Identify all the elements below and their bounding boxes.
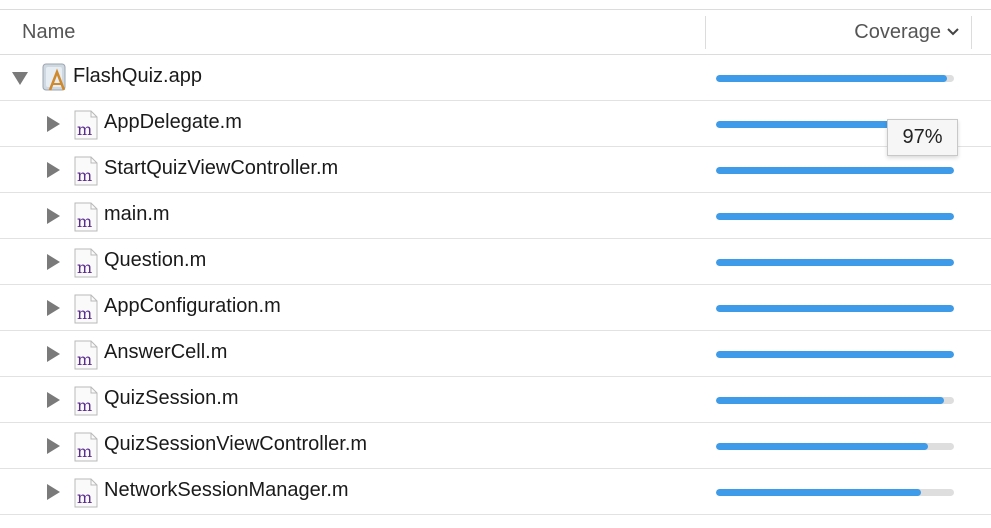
objc-file-icon: m	[74, 340, 98, 370]
coverage-bar-fill	[716, 489, 921, 496]
disclosure-triangle-collapsed-icon[interactable]	[44, 437, 62, 455]
coverage-bar	[716, 397, 954, 404]
disclosure-triangle-collapsed-icon[interactable]	[44, 345, 62, 363]
coverage-bar	[716, 213, 954, 220]
row-label: AppConfiguration.m	[104, 295, 281, 317]
disclosure-triangle-collapsed-icon[interactable]	[44, 483, 62, 501]
coverage-bar	[716, 167, 954, 174]
coverage-bar-fill	[716, 259, 954, 266]
file-glyph: m	[77, 396, 92, 415]
table-row[interactable]: m AnswerCell.m	[0, 331, 991, 377]
table-row[interactable]: m AppDelegate.m	[0, 101, 991, 147]
coverage-bar-fill	[716, 75, 947, 82]
coverage-bar-fill	[716, 305, 954, 312]
table-row[interactable]: FlashQuiz.app	[0, 55, 991, 101]
row-label: QuizSession.m	[104, 387, 239, 409]
row-label: NetworkSessionManager.m	[104, 479, 349, 501]
objc-file-icon: m	[74, 110, 98, 140]
disclosure-triangle-collapsed-icon[interactable]	[44, 299, 62, 317]
app-icon	[42, 63, 66, 91]
coverage-bar-fill	[716, 167, 954, 174]
file-glyph: m	[77, 488, 92, 507]
objc-file-icon: m	[74, 294, 98, 324]
objc-file-icon: m	[74, 248, 98, 278]
objc-file-icon: m	[74, 478, 98, 508]
file-glyph: m	[77, 166, 92, 185]
disclosure-triangle-collapsed-icon[interactable]	[44, 115, 62, 133]
table-header: Name Coverage	[0, 10, 991, 55]
disclosure-triangle-collapsed-icon[interactable]	[44, 207, 62, 225]
file-glyph: m	[77, 350, 92, 369]
table-row[interactable]: m main.m	[0, 193, 991, 239]
table-row[interactable]: m QuizSessionViewController.m	[0, 423, 991, 469]
row-label: Question.m	[104, 249, 207, 271]
file-glyph: m	[77, 258, 92, 277]
objc-file-icon: m	[74, 202, 98, 232]
table-row[interactable]: m QuizSession.m	[0, 377, 991, 423]
coverage-bar-fill	[716, 351, 954, 358]
row-label: QuizSessionViewController.m	[104, 433, 368, 455]
coverage-bar	[716, 259, 954, 266]
coverage-bar	[716, 443, 954, 450]
objc-file-icon: m	[74, 156, 98, 186]
file-glyph: m	[77, 212, 92, 231]
disclosure-triangle-collapsed-icon[interactable]	[44, 161, 62, 179]
coverage-table-body: FlashQuiz.app m AppDelegate.m m StartQui…	[0, 55, 991, 515]
table-row[interactable]: m AppConfiguration.m	[0, 285, 991, 331]
table-row[interactable]: m Question.m	[0, 239, 991, 285]
coverage-bar-fill	[716, 443, 928, 450]
row-label: main.m	[104, 203, 170, 225]
file-glyph: m	[77, 442, 92, 461]
file-glyph: m	[77, 120, 92, 139]
table-row[interactable]: m NetworkSessionManager.m	[0, 469, 991, 515]
coverage-bar	[716, 489, 954, 496]
chevron-down-icon[interactable]	[946, 27, 960, 37]
table-row[interactable]: m StartQuizViewController.m	[0, 147, 991, 193]
disclosure-triangle-collapsed-icon[interactable]	[44, 391, 62, 409]
objc-file-icon: m	[74, 432, 98, 462]
row-label: StartQuizViewController.m	[104, 157, 339, 179]
row-label: FlashQuiz.app	[73, 65, 202, 87]
coverage-bar-fill	[716, 213, 954, 220]
disclosure-triangle-expanded-icon[interactable]	[11, 69, 29, 87]
row-label: AnswerCell.m	[104, 341, 228, 363]
coverage-bar	[716, 351, 954, 358]
objc-file-icon: m	[74, 386, 98, 416]
coverage-column-header[interactable]: Coverage	[854, 21, 941, 44]
name-column-header[interactable]: Name	[22, 21, 75, 44]
row-label: AppDelegate.m	[104, 111, 242, 133]
column-divider[interactable]	[705, 16, 706, 49]
coverage-bar-fill	[716, 397, 945, 404]
coverage-tooltip: 97%	[887, 119, 958, 156]
coverage-bar	[716, 305, 954, 312]
coverage-bar	[716, 75, 954, 82]
file-glyph: m	[77, 304, 92, 323]
disclosure-triangle-collapsed-icon[interactable]	[44, 253, 62, 271]
column-divider[interactable]	[971, 16, 972, 49]
